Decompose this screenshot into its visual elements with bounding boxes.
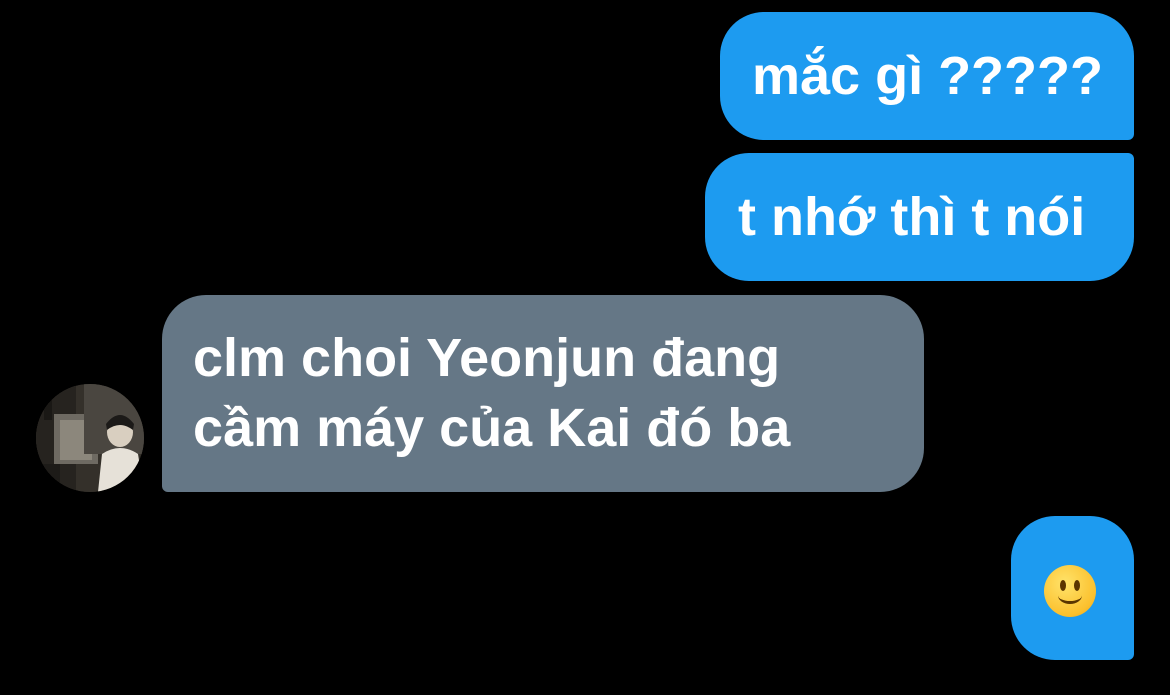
message-text-line-1: clm choi Yeonjun đang (193, 328, 781, 388)
message-text: t nhớ thì t nói (738, 187, 1086, 247)
contact-avatar[interactable] (36, 384, 144, 492)
slightly-smiling-face-icon (1044, 565, 1096, 617)
received-message-bubble[interactable]: clm choi Yeonjun đang cầm máy của Kai đó… (162, 295, 924, 492)
sent-emoji-bubble[interactable] (1011, 516, 1134, 660)
sent-message-bubble[interactable]: mắc gì ????? (720, 12, 1134, 140)
sent-message-bubble[interactable]: t nhớ thì t nói (705, 153, 1134, 281)
message-text: mắc gì ????? (752, 46, 1103, 106)
avatar-photo-icon (36, 384, 144, 492)
message-text-line-2: cầm máy của Kai đó ba (193, 398, 791, 458)
emoji-mouth (1058, 587, 1082, 604)
